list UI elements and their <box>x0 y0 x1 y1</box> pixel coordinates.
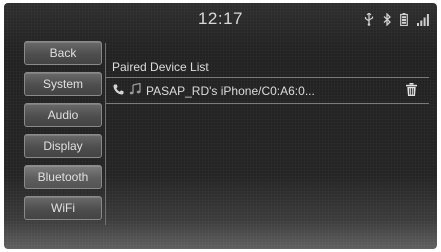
sidebar-item-wifi[interactable]: WiFi <box>24 196 102 220</box>
paired-device-panel: Paired Device List PASAP_RD's iPhone/C0:… <box>105 43 429 225</box>
device-list-item[interactable]: PASAP_RD's iPhone/C0:A6:0... <box>106 78 429 104</box>
status-icons <box>364 13 429 26</box>
sidebar-item-back[interactable]: Back <box>24 41 102 65</box>
trash-icon[interactable] <box>406 83 417 99</box>
signal-icon <box>417 13 429 26</box>
settings-sidebar: Back System Audio Display Bluetooth WiFi <box>24 41 103 227</box>
phone-icon <box>113 84 124 98</box>
bluetooth-icon <box>383 13 391 26</box>
head-unit-screen: 12:17 Back System Audio Display Bluetoot… <box>4 3 437 249</box>
usb-icon <box>364 13 374 26</box>
panel-title: Paired Device List <box>106 43 429 78</box>
sidebar-item-display[interactable]: Display <box>24 134 102 158</box>
device-name: PASAP_RD's iPhone/C0:A6:0... <box>146 83 315 98</box>
status-bar: 12:17 <box>4 3 437 37</box>
sidebar-item-bluetooth[interactable]: Bluetooth <box>24 165 102 189</box>
sidebar-item-system[interactable]: System <box>24 72 102 96</box>
sidebar-item-audio[interactable]: Audio <box>24 103 102 127</box>
battery-icon <box>400 13 408 26</box>
music-note-icon <box>129 82 141 98</box>
